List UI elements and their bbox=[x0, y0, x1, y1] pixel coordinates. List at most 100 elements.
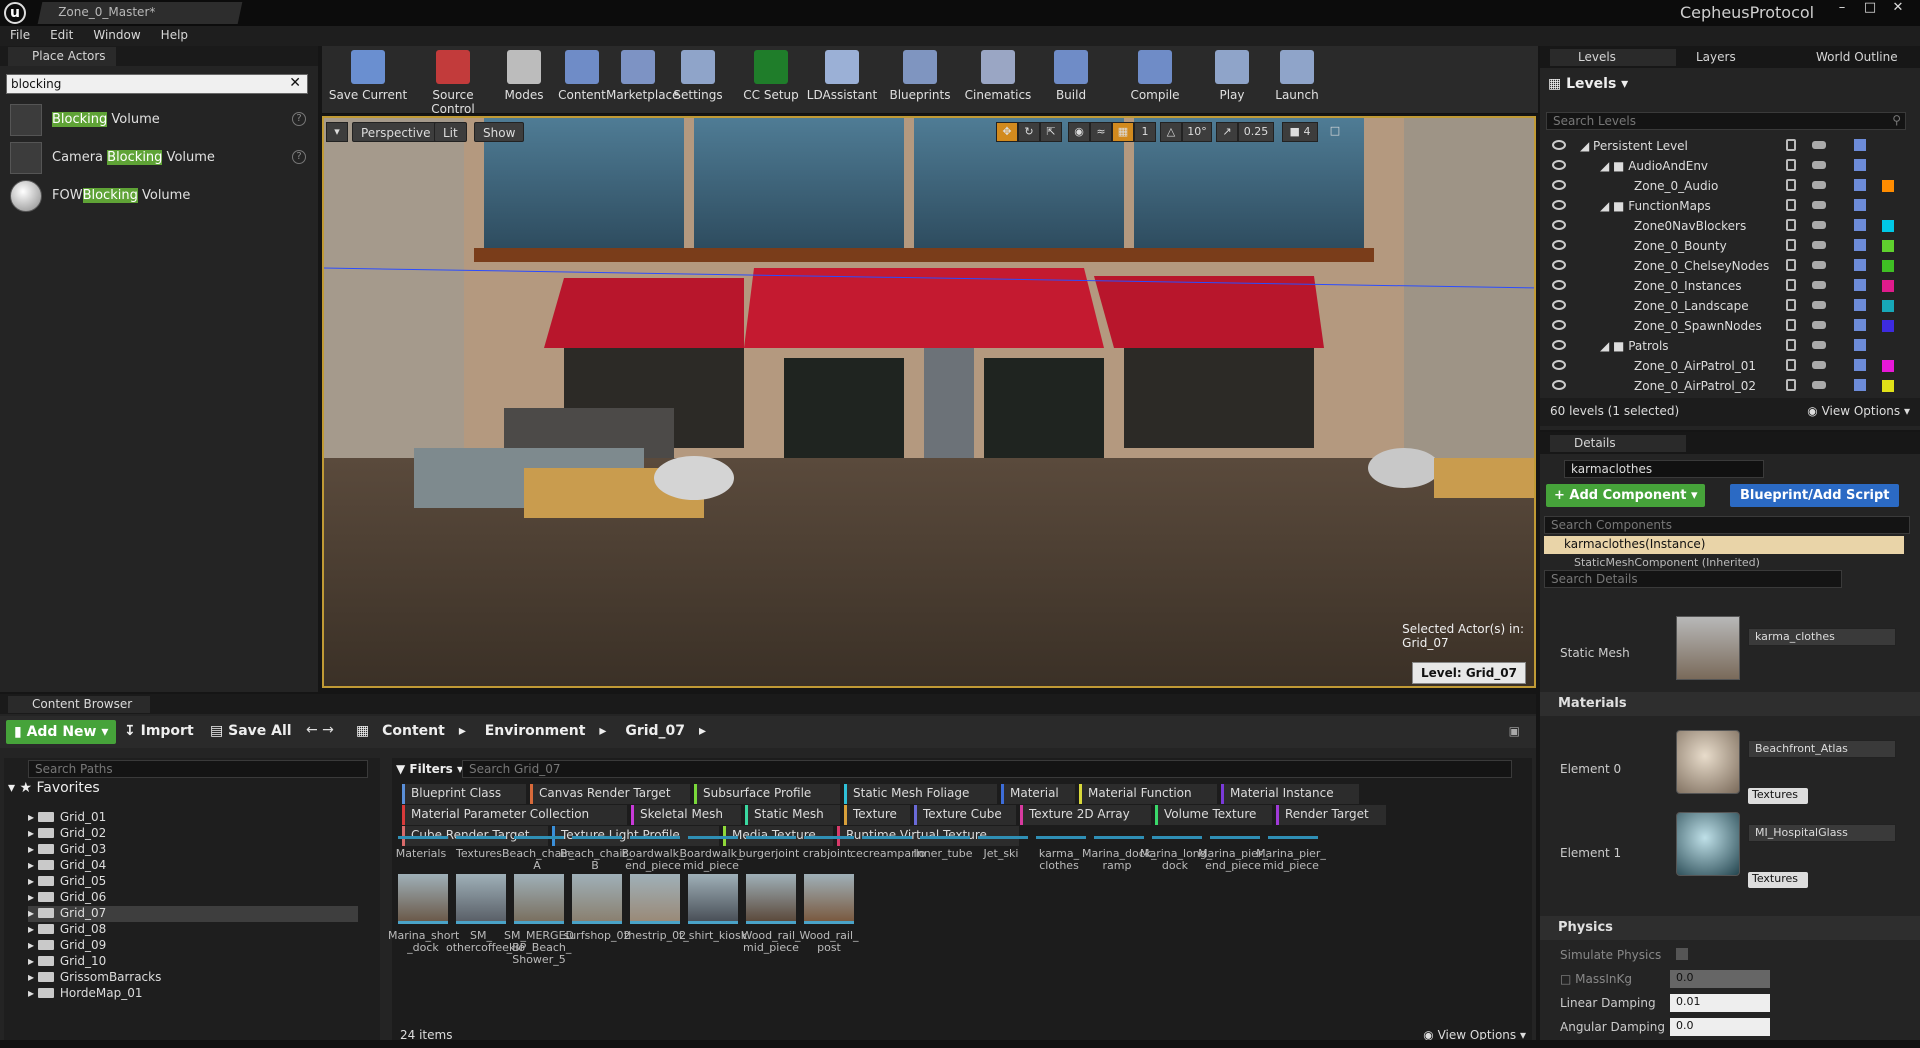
save-level-icon[interactable] bbox=[1854, 199, 1866, 211]
help-icon[interactable]: ? bbox=[292, 150, 306, 164]
gamepad-icon[interactable] bbox=[1812, 161, 1826, 169]
folder-tree-item[interactable]: ▸ Grid_08 bbox=[28, 922, 106, 938]
place-actors-tab[interactable]: Place Actors bbox=[8, 47, 116, 66]
content-button[interactable]: Content bbox=[556, 50, 608, 110]
world-space-icon[interactable]: ◉ bbox=[1068, 122, 1090, 142]
level-color-swatch[interactable] bbox=[1882, 280, 1894, 292]
cinematics-button[interactable]: Cinematics bbox=[962, 50, 1034, 110]
level-color-swatch[interactable] bbox=[1882, 380, 1894, 392]
filter-chip[interactable]: Material Instance bbox=[1221, 784, 1359, 804]
level-color-swatch[interactable] bbox=[1882, 300, 1894, 312]
menu-window[interactable]: Window bbox=[83, 26, 150, 42]
breadcrumb-environment[interactable]: Environment bbox=[485, 723, 586, 739]
level-row[interactable]: Zone_0_SpawnNodes bbox=[1540, 316, 1910, 336]
save-level-icon[interactable] bbox=[1854, 319, 1866, 331]
filter-chip[interactable]: Material Function bbox=[1079, 784, 1217, 804]
minimize-icon[interactable]: – bbox=[1828, 0, 1856, 18]
static-mesh-combo[interactable]: karma_clothes bbox=[1748, 628, 1896, 646]
asset-label[interactable]: Wood_rail_ post bbox=[794, 930, 864, 954]
visibility-eye-icon[interactable] bbox=[1552, 200, 1566, 210]
actor-name-input[interactable]: karmaclothes bbox=[1564, 460, 1764, 478]
visibility-eye-icon[interactable] bbox=[1552, 280, 1566, 290]
level-row[interactable]: Zone_0_Instances bbox=[1540, 276, 1910, 296]
filter-chip[interactable]: Skeletal Mesh bbox=[631, 805, 741, 825]
lock-icon[interactable] bbox=[1786, 199, 1796, 211]
save-level-icon[interactable] bbox=[1854, 139, 1866, 151]
inherited-component-row[interactable]: StaticMeshComponent (Inherited) bbox=[1574, 556, 1760, 569]
folder-tree-item[interactable]: ▸ Grid_04 bbox=[28, 858, 106, 874]
visibility-eye-icon[interactable] bbox=[1552, 320, 1566, 330]
perspective-button[interactable]: Perspective bbox=[352, 122, 440, 142]
lock-icon[interactable] bbox=[1786, 379, 1796, 391]
save-level-icon[interactable] bbox=[1854, 219, 1866, 231]
tab-content-browser[interactable]: Content Browser bbox=[8, 696, 151, 713]
folder-tree-item[interactable]: ▸ Grid_05 bbox=[28, 874, 106, 890]
lock-icon[interactable] bbox=[1786, 159, 1796, 171]
place-actors-search-input[interactable]: blocking ✕ bbox=[6, 74, 308, 94]
maximize-viewport-icon[interactable]: □ bbox=[1324, 122, 1346, 142]
actor-item-fow-blocking-volume[interactable]: FOWBlocking Volume bbox=[8, 178, 308, 214]
modes-button[interactable]: Modes bbox=[492, 50, 556, 110]
linear-damping-field[interactable]: 0.01 bbox=[1670, 994, 1770, 1012]
lock-icon[interactable] bbox=[1786, 299, 1796, 311]
gamepad-icon[interactable] bbox=[1812, 221, 1826, 229]
physics-section-header[interactable]: Physics bbox=[1540, 916, 1920, 940]
simulate-physics-checkbox[interactable] bbox=[1676, 948, 1688, 960]
ldassistant-button[interactable]: LDAssistant bbox=[802, 50, 882, 110]
visibility-eye-icon[interactable] bbox=[1552, 220, 1566, 230]
help-icon[interactable]: ? bbox=[292, 112, 306, 126]
filter-chip[interactable]: Material Parameter Collection bbox=[402, 805, 627, 825]
mass-kg-field[interactable]: 0.0 bbox=[1670, 970, 1770, 988]
folder-tree-item[interactable]: ▸ Grid_01 bbox=[28, 810, 106, 826]
grid-snap-value[interactable]: 1 bbox=[1134, 122, 1156, 142]
level-row[interactable]: Zone_0_ChelseyNodes bbox=[1540, 256, 1910, 276]
lock-icon[interactable] bbox=[1786, 239, 1796, 251]
level-color-swatch[interactable] bbox=[1882, 260, 1894, 272]
level-row[interactable]: Zone_0_AirPatrol_01 bbox=[1540, 356, 1910, 376]
levels-dropdown[interactable]: ▦ Levels ▾ bbox=[1548, 76, 1628, 92]
level-row[interactable]: Zone_0_AirPatrol_02 bbox=[1540, 376, 1910, 396]
save-level-icon[interactable] bbox=[1854, 299, 1866, 311]
add-component-button[interactable]: + Add Component ▾ bbox=[1546, 484, 1706, 507]
actor-item-camera-blocking-volume[interactable]: Camera Blocking Volume ? bbox=[8, 140, 308, 176]
tab-levels[interactable]: Levels bbox=[1550, 49, 1676, 66]
launch-button[interactable]: Launch bbox=[1262, 50, 1332, 110]
asset-thumbnail[interactable] bbox=[688, 874, 738, 924]
folder-tree-item[interactable]: ▸ Grid_09 bbox=[28, 938, 106, 954]
save-all-button[interactable]: ▤ Save All bbox=[210, 723, 292, 739]
breadcrumb-grid-07[interactable]: Grid_07 bbox=[625, 723, 685, 739]
level-color-swatch[interactable] bbox=[1882, 220, 1894, 232]
rotation-snap-icon[interactable]: △ bbox=[1160, 122, 1182, 142]
lock-icon[interactable] bbox=[1786, 139, 1796, 151]
level-row[interactable]: ◢ ■ Patrols bbox=[1540, 336, 1910, 356]
search-components-input[interactable]: Search Components bbox=[1544, 516, 1910, 534]
static-mesh-thumbnail[interactable] bbox=[1676, 616, 1740, 680]
level-viewport[interactable]: ▾ Perspective Lit Show ✥ ↻ ⇱ ◉ ≈ ▦ 1 △ 1… bbox=[322, 116, 1536, 688]
level-color-swatch[interactable] bbox=[1882, 360, 1894, 372]
source-control-button[interactable]: Source Control bbox=[412, 50, 494, 116]
lock-icon[interactable] bbox=[1786, 219, 1796, 231]
save-level-icon[interactable] bbox=[1854, 359, 1866, 371]
favorites-header[interactable]: ▾ ★ Favorites bbox=[8, 780, 100, 796]
visibility-eye-icon[interactable] bbox=[1552, 240, 1566, 250]
search-details-input[interactable]: Search Details bbox=[1544, 570, 1842, 588]
asset-thumbnail[interactable] bbox=[572, 874, 622, 924]
camera-speed-button[interactable]: ■ 4 bbox=[1282, 122, 1318, 142]
level-row[interactable]: ◢ ■ AudioAndEnv bbox=[1540, 156, 1910, 176]
save-level-icon[interactable] bbox=[1854, 339, 1866, 351]
asset-thumbnail[interactable] bbox=[630, 874, 680, 924]
gamepad-icon[interactable] bbox=[1812, 261, 1826, 269]
visibility-eye-icon[interactable] bbox=[1552, 140, 1566, 150]
lock-icon[interactable] bbox=[1786, 179, 1796, 191]
visibility-eye-icon[interactable] bbox=[1552, 160, 1566, 170]
visibility-eye-icon[interactable] bbox=[1552, 360, 1566, 370]
rotate-tool-icon[interactable]: ↻ bbox=[1018, 122, 1040, 142]
folder-tree-item[interactable]: ▸ Grid_02 bbox=[28, 826, 106, 842]
filter-chip[interactable]: Static Mesh bbox=[745, 805, 840, 825]
save-level-icon[interactable] bbox=[1854, 159, 1866, 171]
visibility-eye-icon[interactable] bbox=[1552, 260, 1566, 270]
blueprints-button[interactable]: Blueprints bbox=[882, 50, 958, 110]
lock-icon[interactable] bbox=[1786, 279, 1796, 291]
lock-icon[interactable]: ▣ bbox=[1509, 724, 1520, 738]
filter-chip[interactable]: Subsurface Profile bbox=[694, 784, 840, 804]
